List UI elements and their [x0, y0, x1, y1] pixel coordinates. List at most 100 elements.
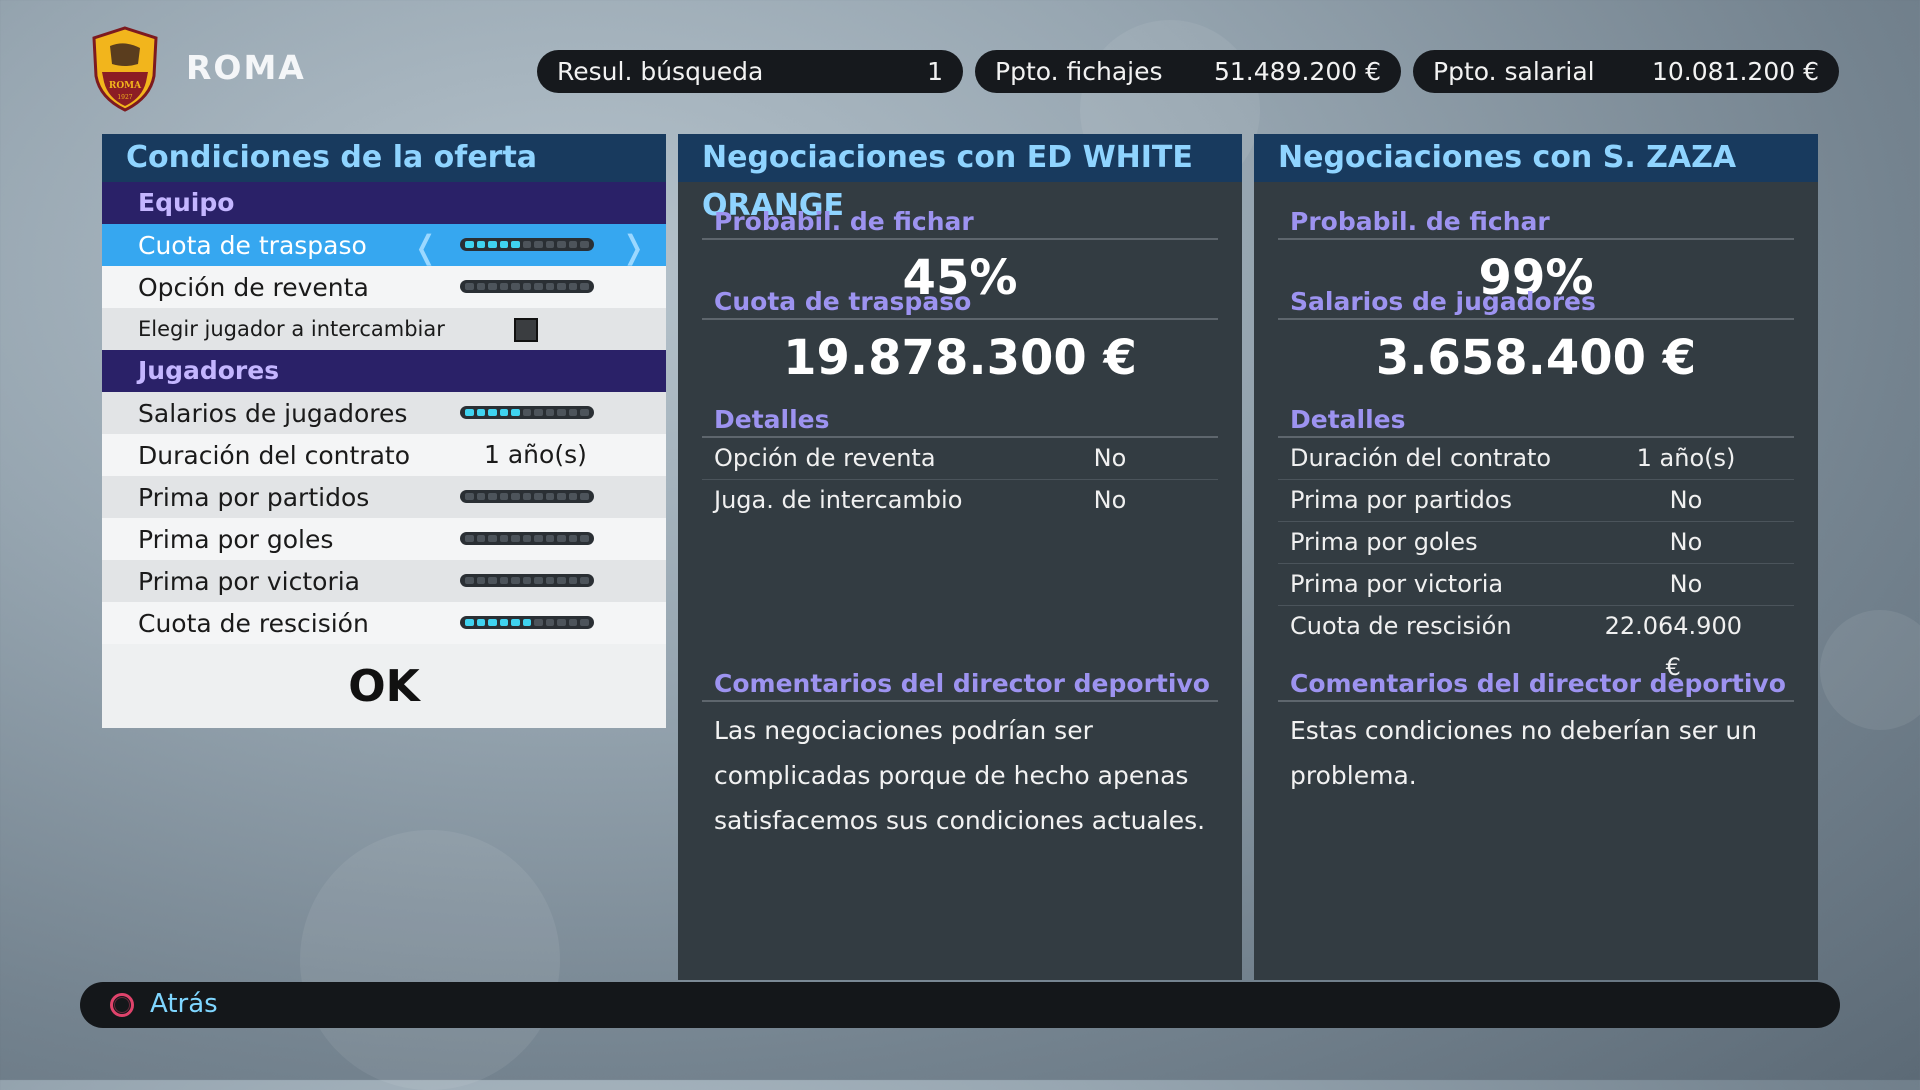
- gauge-segment: [580, 409, 590, 416]
- chevron-left-icon[interactable]: ❬: [412, 228, 439, 266]
- resale-option-label: Opción de reventa: [138, 272, 369, 302]
- gauge-segment: [568, 535, 578, 542]
- gauge-segment: [476, 241, 486, 248]
- gauge-segment: [499, 493, 509, 500]
- club-negotiation-panel: Negociaciones con ED WHITE ORANGE Probab…: [678, 134, 1242, 980]
- offer-row-transfer-fee[interactable]: Cuota de traspaso ❬ ❭: [102, 224, 666, 266]
- player-amount-label: Salarios de jugadores: [1278, 282, 1794, 320]
- club-detail-value: No: [1093, 444, 1127, 472]
- player-detail-label: Prima por goles: [1290, 528, 1478, 556]
- gauge-segment: [557, 493, 566, 500]
- transfer-budget-pill: Ppto. fichajes 51.489.200 €: [975, 50, 1401, 93]
- win-bonus-label: Prima por victoria: [138, 566, 360, 596]
- gauge-segment: [534, 241, 543, 248]
- gauge-segment: [488, 283, 497, 290]
- player-negotiation-title: Negociaciones con S. ZAZA: [1254, 134, 1818, 182]
- gauge-segment: [511, 619, 520, 626]
- gauge-segment: [580, 577, 590, 584]
- players-section-header: Jugadores: [102, 350, 666, 392]
- salary-budget-label: Ppto. salarial: [1433, 57, 1595, 86]
- back-button[interactable]: Atrás: [150, 989, 218, 1019]
- player-probability-label: Probabil. de fichar: [1278, 202, 1794, 240]
- search-results-value: 1: [927, 57, 943, 86]
- gauge-segment: [499, 535, 509, 542]
- offer-row-win-bonus[interactable]: Prima por victoria: [102, 560, 666, 602]
- gauge-segment: [488, 535, 497, 542]
- player-details-label: Detalles: [1278, 400, 1794, 438]
- club-detail-label: Juga. de intercambio: [714, 486, 963, 514]
- club-comment-text: Las negociaciones podrían ser complicada…: [702, 708, 1218, 843]
- club-amount-value: 19.878.300 €: [783, 330, 1137, 386]
- gauge-segment: [522, 241, 532, 248]
- release-clause-gauge[interactable]: [460, 616, 594, 629]
- gauge-segment: [545, 241, 555, 248]
- player-detail-row: Cuota de rescisión 22.064.900 €: [1278, 606, 1794, 681]
- offer-row-release-clause[interactable]: Cuota de rescisión: [102, 602, 666, 644]
- gauge-segment: [522, 535, 532, 542]
- offer-row-player-salaries[interactable]: Salarios de jugadores: [102, 392, 666, 434]
- player-detail-value: No: [1669, 486, 1703, 514]
- search-results-label: Resul. búsqueda: [557, 57, 764, 86]
- gauge-segment: [580, 283, 590, 290]
- gauge-segment: [580, 241, 590, 248]
- gauge-segment: [545, 283, 555, 290]
- player-detail-value: No: [1669, 570, 1703, 598]
- gauge-segment: [488, 409, 497, 416]
- gauge-segment: [557, 577, 566, 584]
- gauge-segment: [580, 493, 590, 500]
- offer-row-match-bonus[interactable]: Prima por partidos: [102, 476, 666, 518]
- offer-row-contract-length[interactable]: Duración del contrato 1 año(s): [102, 434, 666, 476]
- gauge-segment: [499, 409, 509, 416]
- swap-player-checkbox[interactable]: [514, 318, 538, 342]
- gauge-segment: [522, 283, 532, 290]
- gauge-segment: [465, 577, 474, 584]
- offer-row-swap-player[interactable]: Elegir jugador a intercambiar: [102, 308, 666, 350]
- player-detail-label: Cuota de rescisión: [1290, 612, 1512, 640]
- gauge-segment: [522, 577, 532, 584]
- gauge-segment: [465, 241, 474, 248]
- gauge-segment: [476, 409, 486, 416]
- transfer-fee-gauge[interactable]: [460, 238, 594, 251]
- match-bonus-gauge[interactable]: [460, 490, 594, 503]
- gauge-segment: [488, 241, 497, 248]
- goal-bonus-gauge[interactable]: [460, 532, 594, 545]
- background-bokeh: [300, 830, 560, 1090]
- offer-row-resale-option[interactable]: Opción de reventa: [102, 266, 666, 308]
- gauge-segment: [511, 283, 520, 290]
- resale-option-gauge[interactable]: [460, 280, 594, 293]
- gauge-segment: [557, 619, 566, 626]
- crest-name: ROMA: [109, 81, 142, 91]
- player-detail-row: Prima por partidos No: [1278, 480, 1794, 522]
- chevron-right-icon[interactable]: ❭: [620, 228, 647, 266]
- club-comment-line: satisfacemos sus condiciones actuales.: [714, 806, 1206, 835]
- gauge-segment: [511, 535, 520, 542]
- player-detail-value: 22.064.900 €: [1604, 612, 1742, 681]
- gauge-segment: [488, 619, 497, 626]
- player-salaries-gauge[interactable]: [460, 406, 594, 419]
- offer-conditions-title: Condiciones de la oferta: [102, 134, 666, 182]
- club-comment-line: Las negociaciones podrían ser: [714, 716, 1093, 745]
- goal-bonus-label: Prima por goles: [138, 524, 334, 554]
- gauge-segment: [557, 283, 566, 290]
- team-section-header: Equipo: [102, 182, 666, 224]
- transfer-budget-label: Ppto. fichajes: [995, 57, 1163, 86]
- player-detail-row: Prima por victoria No: [1278, 564, 1794, 606]
- gauge-segment: [534, 535, 543, 542]
- gauge-segment: [465, 535, 474, 542]
- gauge-segment: [476, 493, 486, 500]
- gauge-segment: [465, 409, 474, 416]
- player-detail-label: Duración del contrato: [1290, 444, 1552, 472]
- contract-length-value: 1 año(s): [484, 440, 587, 469]
- ok-button[interactable]: OK: [102, 644, 666, 728]
- offer-row-goal-bonus[interactable]: Prima por goles: [102, 518, 666, 560]
- match-bonus-label: Prima por partidos: [138, 482, 370, 512]
- player-detail-value: 1 año(s): [1636, 444, 1736, 472]
- gauge-segment: [580, 619, 590, 626]
- gauge-segment: [499, 619, 509, 626]
- club-detail-value: No: [1093, 486, 1127, 514]
- win-bonus-gauge[interactable]: [460, 574, 594, 587]
- circle-button-icon[interactable]: [110, 993, 134, 1017]
- club-crest-icon: ROMA 1927: [92, 26, 158, 112]
- player-detail-row: Duración del contrato 1 año(s): [1278, 438, 1794, 480]
- gauge-segment: [476, 619, 486, 626]
